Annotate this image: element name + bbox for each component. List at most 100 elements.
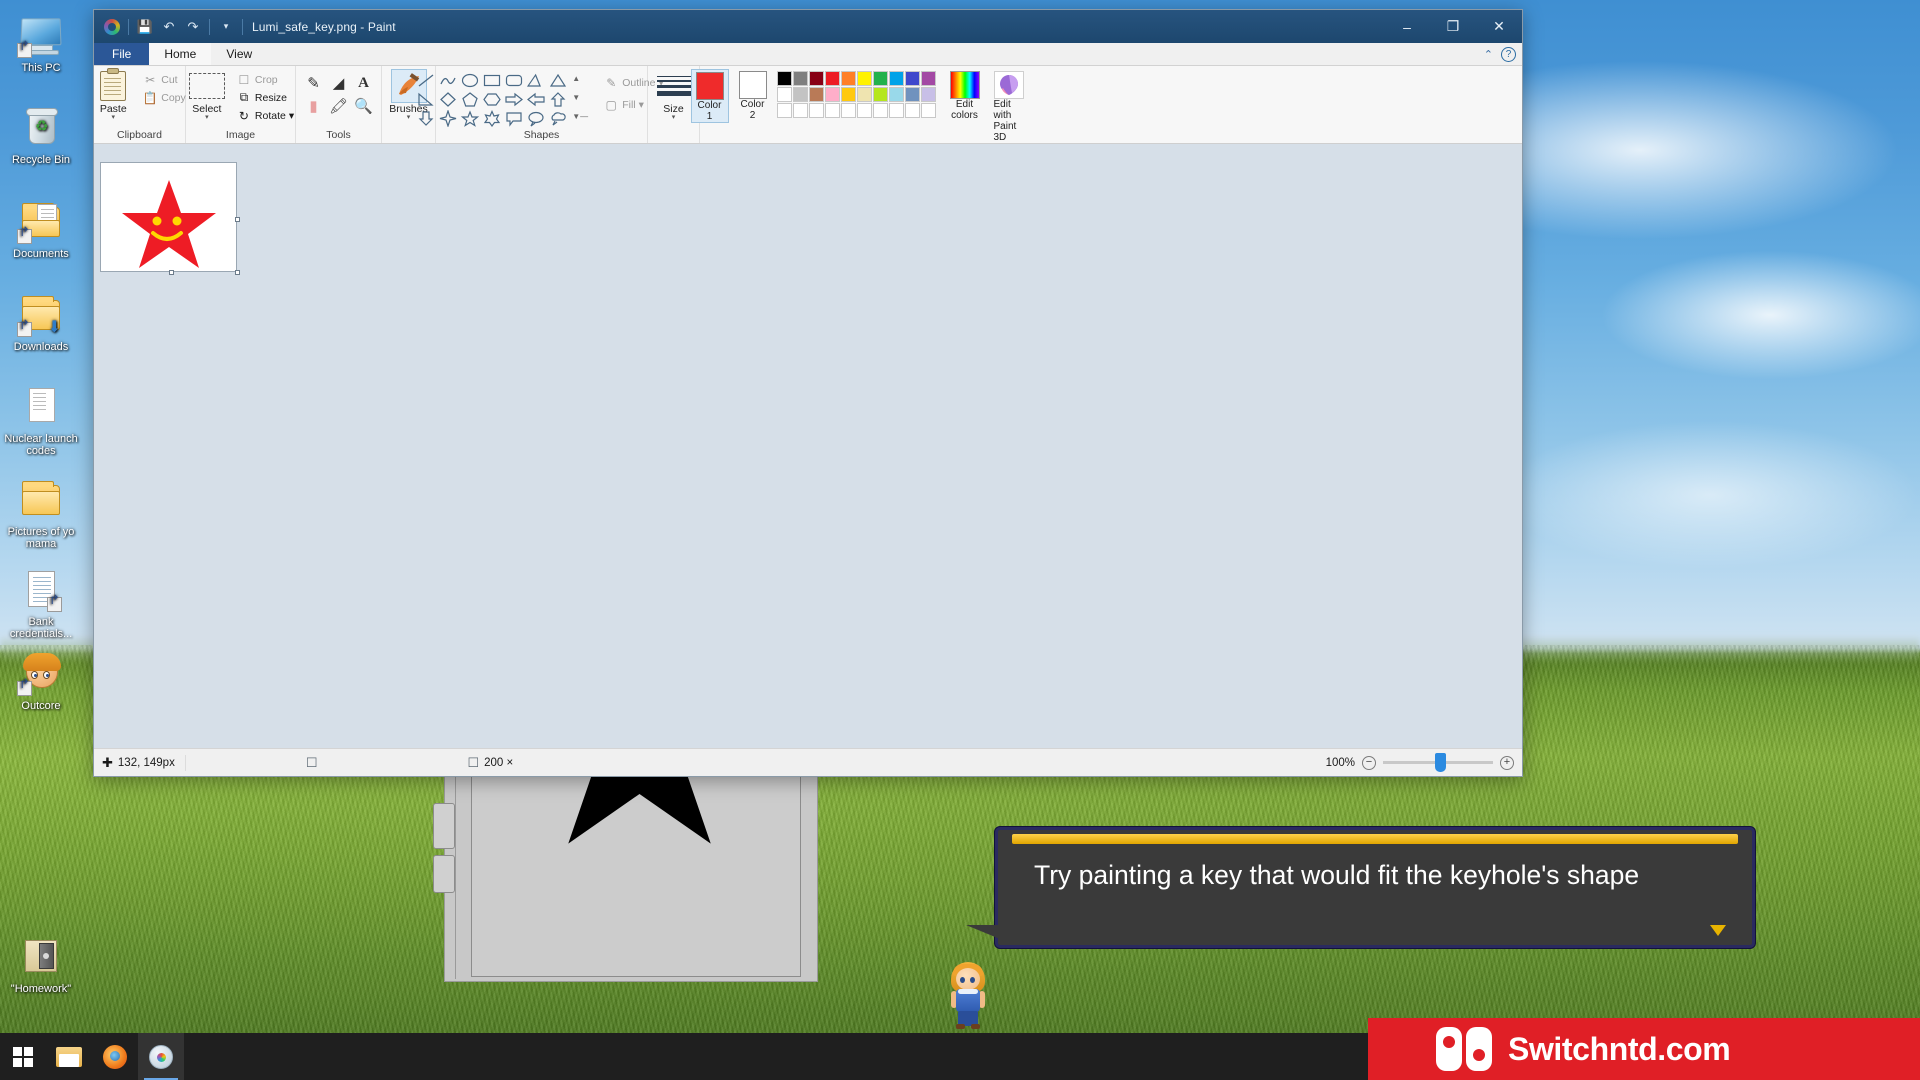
chevron-down-icon[interactable]: ▾ bbox=[111, 114, 115, 121]
quick-access-toolbar[interactable]: 💾 ↶ ↷ ▾ bbox=[94, 16, 246, 38]
palette-swatch[interactable] bbox=[920, 103, 936, 118]
ribbon[interactable]: Paste ▾ ✂ Cut 📋 Copy Clipboard Select ▾ … bbox=[94, 66, 1522, 155]
desktop-icon-documents[interactable]: Documents bbox=[2, 200, 80, 260]
shape-diamond-icon[interactable] bbox=[438, 91, 459, 109]
shape-polygon-icon[interactable] bbox=[526, 72, 547, 90]
chevron-down-icon[interactable]: ▾ bbox=[205, 114, 209, 121]
shape-oval-icon[interactable] bbox=[460, 72, 481, 90]
palette-swatch[interactable] bbox=[904, 103, 920, 118]
chevron-down-icon[interactable]: ▾ bbox=[407, 114, 411, 121]
shape-right-triangle-icon[interactable] bbox=[416, 91, 437, 109]
palette-swatch[interactable] bbox=[840, 71, 856, 86]
color-palette[interactable] bbox=[776, 71, 936, 118]
desktop-icon-outcore[interactable]: Outcore bbox=[2, 652, 80, 712]
paint-window[interactable]: 💾 ↶ ↷ ▾ Lumi_safe_key.png - Paint – ❐ ✕ … bbox=[93, 9, 1523, 777]
shape-curve-icon[interactable] bbox=[438, 72, 459, 90]
start-button[interactable] bbox=[0, 1033, 46, 1080]
pencil-tool-icon[interactable]: ✎ bbox=[302, 72, 326, 94]
redo-icon[interactable]: ↷ bbox=[182, 16, 204, 38]
palette-swatch[interactable] bbox=[776, 71, 792, 86]
select-button[interactable]: Select ▾ bbox=[184, 69, 230, 121]
palette-swatch[interactable] bbox=[904, 87, 920, 102]
zoom-slider[interactable] bbox=[1383, 753, 1493, 772]
palette-swatch[interactable] bbox=[808, 87, 824, 102]
ribbon-tabstrip[interactable]: File Home View ⌃ ? bbox=[94, 43, 1522, 66]
shape-rounded-rectangle-icon[interactable] bbox=[504, 72, 525, 90]
dialogue-advance-arrow-icon[interactable] bbox=[1710, 925, 1726, 936]
palette-swatch[interactable] bbox=[920, 87, 936, 102]
shape-hexagon-icon[interactable] bbox=[482, 91, 503, 109]
ribbon-right-controls[interactable]: ⌃ ? bbox=[1484, 43, 1516, 66]
palette-swatch[interactable] bbox=[840, 103, 856, 118]
canvas-paper[interactable] bbox=[100, 162, 240, 275]
crop-button[interactable]: ☐ Crop bbox=[233, 71, 297, 88]
rotate-button[interactable]: ↻ Rotate ▾ bbox=[233, 107, 297, 124]
palette-swatch[interactable] bbox=[792, 103, 808, 118]
undo-icon[interactable]: ↶ bbox=[158, 16, 180, 38]
eraser-tool-icon[interactable]: ▮ bbox=[302, 95, 326, 117]
shape-triangle-icon[interactable] bbox=[548, 72, 569, 90]
shape-cloud-callout-icon[interactable] bbox=[548, 110, 569, 128]
palette-swatch[interactable] bbox=[872, 103, 888, 118]
shape-pentagon-icon[interactable] bbox=[460, 91, 481, 109]
customize-qat-caret-icon[interactable]: ▾ bbox=[215, 16, 237, 38]
paint-taskbar-button[interactable] bbox=[138, 1033, 184, 1080]
fill-with-color-tool-icon[interactable]: ◢ bbox=[327, 72, 351, 94]
shape-rectangle-icon[interactable] bbox=[482, 72, 503, 90]
desktop-icon-nuclear-launch-codes[interactable]: Nuclear launch codes bbox=[2, 385, 80, 457]
canvas-resize-handle[interactable] bbox=[235, 270, 240, 275]
shape-line-icon[interactable] bbox=[416, 72, 437, 90]
resize-button[interactable]: ⧉ Resize bbox=[233, 89, 297, 106]
minimize-button[interactable]: – bbox=[1384, 10, 1430, 43]
shape-six-point-star-icon[interactable] bbox=[482, 110, 503, 128]
shape-oval-callout-icon[interactable] bbox=[526, 110, 547, 128]
palette-swatch[interactable] bbox=[840, 87, 856, 102]
shape-up-arrow-icon[interactable] bbox=[548, 91, 569, 109]
palette-swatch[interactable] bbox=[776, 87, 792, 102]
window-titlebar[interactable]: 💾 ↶ ↷ ▾ Lumi_safe_key.png - Paint – ❐ ✕ bbox=[94, 10, 1522, 43]
palette-swatch[interactable] bbox=[824, 103, 840, 118]
palette-swatch[interactable] bbox=[824, 87, 840, 102]
palette-swatch[interactable] bbox=[872, 87, 888, 102]
palette-swatch[interactable] bbox=[856, 71, 872, 86]
shape-down-arrow-icon[interactable] bbox=[416, 110, 437, 128]
shapes-grid[interactable]: ▲ ▼ ▼— bbox=[416, 72, 591, 128]
copy-button[interactable]: 📋 Copy bbox=[139, 89, 189, 106]
desktop-icon-bank-credentials[interactable]: Bank credentials... bbox=[2, 568, 80, 640]
cut-button[interactable]: ✂ Cut bbox=[139, 71, 189, 88]
chevron-down-icon[interactable]: ▾ bbox=[672, 114, 676, 121]
palette-swatch[interactable] bbox=[792, 71, 808, 86]
tab-file[interactable]: File bbox=[94, 43, 150, 65]
color-2-button[interactable]: Color 2 bbox=[735, 69, 771, 121]
tools-grid[interactable]: ✎ ◢ A ▮ 🖍 🔍 bbox=[302, 72, 376, 117]
desktop-icon-downloads[interactable]: ⬇ Downloads bbox=[2, 293, 80, 353]
palette-swatch[interactable] bbox=[888, 87, 904, 102]
paste-button[interactable]: Paste ▾ bbox=[90, 68, 136, 121]
maximize-button[interactable]: ❐ bbox=[1430, 10, 1476, 43]
tab-view[interactable]: View bbox=[211, 43, 267, 65]
canvas-resize-handle[interactable] bbox=[168, 270, 174, 275]
window-controls[interactable]: – ❐ ✕ bbox=[1384, 10, 1522, 43]
canvas-resize-handle[interactable] bbox=[235, 217, 240, 222]
palette-swatch[interactable] bbox=[824, 71, 840, 86]
dialogue-box[interactable]: Try painting a key that would fit the ke… bbox=[966, 827, 1755, 948]
palette-swatch[interactable] bbox=[856, 87, 872, 102]
palette-swatch[interactable] bbox=[808, 103, 824, 118]
zoom-in-button[interactable]: + bbox=[1500, 755, 1514, 770]
firefox-button[interactable] bbox=[92, 1033, 138, 1080]
file-explorer-button[interactable] bbox=[46, 1033, 92, 1080]
desktop-icon-homework[interactable]: "Homework" bbox=[2, 935, 80, 995]
magnifier-tool-icon[interactable]: 🔍 bbox=[352, 95, 376, 117]
color-1-button[interactable]: Color 1 bbox=[690, 69, 729, 123]
zoom-out-button[interactable]: − bbox=[1362, 755, 1376, 770]
help-icon[interactable]: ? bbox=[1501, 47, 1516, 62]
tab-home[interactable]: Home bbox=[149, 43, 212, 65]
shape-rounded-callout-icon[interactable] bbox=[504, 110, 525, 128]
palette-swatch[interactable] bbox=[920, 71, 936, 86]
collapse-ribbon-icon[interactable]: ⌃ bbox=[1484, 48, 1493, 61]
desktop-icon-this-pc[interactable]: This PC bbox=[2, 14, 80, 74]
zoom-slider-thumb[interactable] bbox=[1435, 753, 1446, 772]
edit-with-paint3d-button[interactable]: Edit with Paint 3D bbox=[990, 69, 1028, 143]
palette-swatch[interactable] bbox=[904, 71, 920, 86]
save-icon[interactable]: 💾 bbox=[134, 16, 156, 38]
